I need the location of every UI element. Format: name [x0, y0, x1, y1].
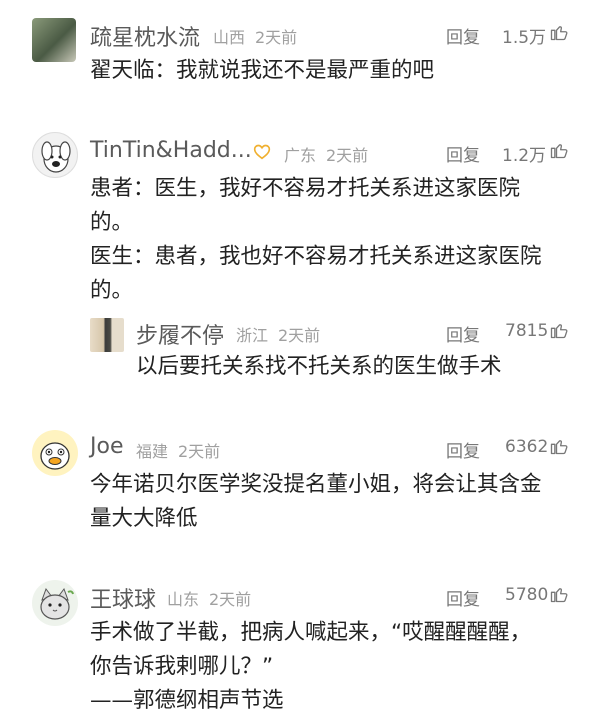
username[interactable]: 王球球	[90, 582, 156, 614]
comment-text-line: 的。	[90, 210, 134, 235]
comment-item: 王球球 山东 2天前 回复 5780 手术做了半截，把病人喊起来，“哎醒醒醒醒，…	[0, 570, 600, 721]
username[interactable]: Joe	[90, 434, 123, 459]
comment-text-line: ——郭德纲相声节选	[90, 688, 284, 713]
location: 福建	[136, 442, 169, 461]
timestamp: 2天前	[278, 326, 321, 345]
like-count: 6362	[505, 437, 549, 457]
comment-text-line: 医生：患者，我也好不容易才托关系进这家医院	[90, 244, 542, 269]
location: 山东	[167, 590, 200, 609]
reply-button[interactable]: 回复	[446, 437, 480, 462]
timestamp: 2天前	[178, 442, 221, 461]
like-count: 5780	[505, 585, 549, 605]
comment-text: 翟天临：我就说我还不是最严重的吧	[90, 58, 435, 83]
timestamp: 2天前	[255, 28, 298, 47]
comment-text-line: 患者：医生，我好不容易才托关系进这家医院	[90, 176, 521, 201]
location: 浙江	[236, 326, 269, 345]
thumbs-up-icon[interactable]	[549, 140, 569, 160]
comment-text-line: 的。	[90, 278, 134, 303]
duck-avatar-icon	[40, 442, 70, 470]
thumbs-up-icon[interactable]	[549, 22, 569, 42]
heart-badge-icon	[253, 144, 271, 160]
comment-item: 疏星枕水流 山西 2天前 回复 1.5万 翟天临：我就说我还不是最严重的吧	[0, 0, 600, 100]
reply-item: 步履不停 浙江 2天前 回复 7815 以后要托关系找不托关系的医生做手术	[0, 310, 600, 390]
location: 山西	[213, 28, 246, 47]
username[interactable]: 步履不停	[136, 318, 224, 350]
comment-text-line: 今年诺贝尔医学奖没提名董小姐，将会让其含金	[90, 472, 542, 497]
reply-button[interactable]: 回复	[446, 321, 480, 346]
comment-text-line: 手术做了半截，把病人喊起来，“哎醒醒醒醒，	[90, 620, 532, 645]
timestamp: 2天前	[326, 146, 369, 165]
comment-item: TinTin&Hadd... 广东 2天前 回复 1.2万 患者：医生，我好不容…	[0, 110, 600, 303]
reply-button[interactable]: 回复	[446, 141, 480, 166]
comment-text-line: 量大大降低	[90, 506, 198, 531]
comment-text-line: 你告诉我剌哪儿？”	[90, 654, 274, 679]
username[interactable]: 疏星枕水流	[90, 20, 200, 52]
like-count: 7815	[505, 321, 549, 341]
comment-text: 以后要托关系找不托关系的医生做手术	[136, 354, 502, 379]
like-count: 1.5万	[502, 28, 547, 48]
timestamp: 2天前	[209, 590, 252, 609]
avatar[interactable]	[32, 580, 78, 626]
dog-avatar-icon	[41, 141, 71, 173]
location: 广东	[284, 146, 317, 165]
avatar[interactable]	[32, 430, 78, 476]
avatar[interactable]	[90, 318, 124, 352]
avatar[interactable]	[32, 132, 78, 178]
avatar[interactable]	[32, 18, 76, 62]
thumbs-up-icon[interactable]	[549, 320, 569, 340]
username[interactable]: TinTin&Hadd...	[90, 138, 252, 163]
thumbs-up-icon[interactable]	[549, 584, 569, 604]
cat-avatar-icon	[40, 587, 74, 620]
comment-item: Joe 福建 2天前 回复 6362 今年诺贝尔医学奖没提名董小姐，将会让其含金…	[0, 420, 600, 550]
reply-button[interactable]: 回复	[446, 585, 480, 610]
reply-button[interactable]: 回复	[446, 23, 480, 48]
thumbs-up-icon[interactable]	[549, 436, 569, 456]
like-count: 1.2万	[502, 146, 547, 166]
